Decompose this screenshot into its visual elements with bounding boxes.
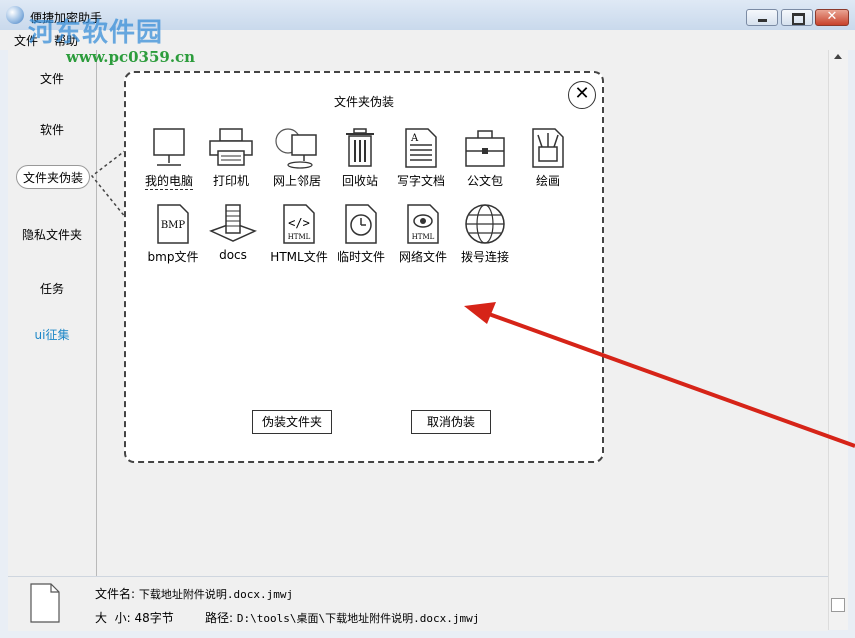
disguise-option-document[interactable]: A 写字文档 <box>392 127 450 189</box>
icon-label: 网上邻居 <box>272 174 321 188</box>
disguise-option-paint[interactable]: 绘画 <box>519 127 577 189</box>
disguise-folder-button[interactable]: 伪装文件夹 <box>252 410 332 434</box>
size-row: 大 小: 48字节 <box>95 609 174 626</box>
close-icon: ✕ <box>826 9 838 24</box>
document-icon: A <box>405 128 437 168</box>
minimize-icon <box>758 19 767 22</box>
disguise-option-html-file[interactable]: </> HTML HTML文件 <box>270 203 328 265</box>
icon-label: 写字文档 <box>396 174 445 188</box>
vertical-scrollbar[interactable] <box>828 50 848 630</box>
html-file-icon: </> HTML <box>283 204 315 244</box>
dialup-icon <box>465 204 505 244</box>
icon-label: 回收站 <box>341 174 378 188</box>
sidebar-item-ui-collect[interactable]: ui征集 <box>8 326 96 343</box>
icon-label: 公文包 <box>466 174 503 188</box>
html-file-glyph: HTML <box>288 233 311 241</box>
sidebar-item-folder-disguise[interactable]: 文件夹伪装 <box>16 165 90 189</box>
filename-value: 下载地址附件说明.docx.jmwj <box>138 588 294 601</box>
filename-label: 文件名: <box>95 587 136 601</box>
size-value: 48字节 <box>134 611 174 625</box>
filename-row: 文件名: 下载地址附件说明.docx.jmwj <box>95 585 293 602</box>
icon-label: docs <box>219 248 247 262</box>
cancel-disguise-button[interactable]: 取消伪装 <box>411 410 491 434</box>
disguise-option-dialup[interactable]: 拨号连接 <box>456 203 514 265</box>
bmp-file-icon: BMP <box>157 204 189 244</box>
file-icon <box>30 583 60 623</box>
icon-label: HTML文件 <box>270 250 328 264</box>
briefcase-icon <box>465 130 505 167</box>
close-window-button[interactable]: ✕ <box>815 9 849 26</box>
document-glyph: A <box>410 133 419 144</box>
icon-label: 拨号连接 <box>460 250 509 264</box>
sidebar: 文件 软件 文件夹伪装 隐私文件夹 任务 ui征集 <box>8 50 97 576</box>
maximize-button[interactable] <box>781 9 813 26</box>
disguise-option-network[interactable]: 网上邻居 <box>268 127 326 189</box>
disguise-option-docs[interactable]: docs <box>204 203 262 262</box>
computer-icon <box>153 128 185 166</box>
scroll-thumb[interactable] <box>831 598 845 612</box>
icon-label: 网络文件 <box>398 250 447 264</box>
recycle-bin-icon <box>346 128 374 167</box>
disguise-option-bmp-file[interactable]: BMP bmp文件 <box>144 203 202 265</box>
web-file-glyph: HTML <box>412 233 435 241</box>
disguise-option-recycle-bin[interactable]: 回收站 <box>331 127 389 189</box>
disguise-option-printer[interactable]: 打印机 <box>202 127 260 189</box>
path-value: D:\tools\桌面\下载地址附件说明.docx.jmwj <box>236 612 480 625</box>
path-row: 路径: D:\tools\桌面\下载地址附件说明.docx.jmwj <box>205 609 479 626</box>
sidebar-item-private-folder[interactable]: 隐私文件夹 <box>8 226 96 243</box>
bmp-file-glyph: BMP <box>161 220 186 231</box>
minimize-button[interactable] <box>746 9 778 26</box>
path-label: 路径: <box>205 611 234 625</box>
dialog-title: 文件夹伪装 <box>333 95 394 109</box>
icon-label: 我的电脑 <box>144 174 193 190</box>
disguise-option-briefcase[interactable]: 公文包 <box>456 127 514 189</box>
disguise-option-my-computer[interactable]: 我的电脑 <box>140 127 198 190</box>
watermark-url: www.pc0359.cn <box>66 48 196 66</box>
folder-disguise-dialog: 文件夹伪装 ✕ 我的电脑 打印机 网上邻居 回收站 A 写字文档 公文包 绘画 … <box>124 71 604 463</box>
disguise-option-temp-file[interactable]: 临时文件 <box>332 203 390 265</box>
sidebar-item-tasks[interactable]: 任务 <box>8 280 96 297</box>
web-file-icon: HTML <box>407 204 439 244</box>
icon-label: 绘画 <box>535 174 560 188</box>
app-icon <box>6 6 24 24</box>
icon-label: bmp文件 <box>147 250 199 264</box>
maximize-icon <box>792 13 805 25</box>
icon-label: 打印机 <box>212 174 249 188</box>
svg-text:</>: </> <box>288 216 310 230</box>
docs-icon <box>209 204 257 242</box>
network-icon <box>275 128 317 169</box>
scroll-up-icon[interactable] <box>834 54 842 59</box>
disguise-option-web-file[interactable]: HTML 网络文件 <box>394 203 452 265</box>
close-icon: ✕ <box>574 83 590 104</box>
sidebar-item-software[interactable]: 软件 <box>8 121 96 138</box>
dialog-close-button[interactable]: ✕ <box>568 81 596 109</box>
watermark-logo: 河东软件园 <box>28 18 164 48</box>
status-bar: 文件名: 下载地址附件说明.docx.jmwj 大 小: 48字节 路径: D:… <box>8 576 828 631</box>
sidebar-item-file[interactable]: 文件 <box>8 70 96 87</box>
temp-file-icon <box>345 204 377 244</box>
size-label: 大 小: <box>95 611 131 625</box>
icon-label: 临时文件 <box>336 250 385 264</box>
paint-icon <box>532 128 564 168</box>
printer-icon <box>209 128 253 166</box>
